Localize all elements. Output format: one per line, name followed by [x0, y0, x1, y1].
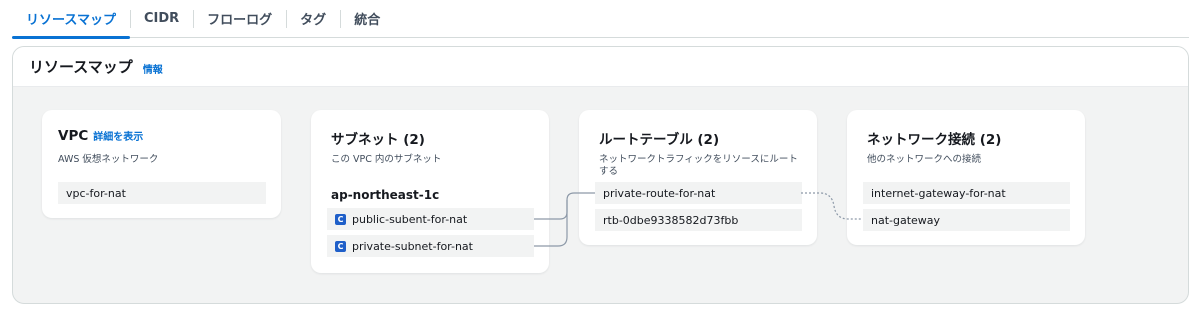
route-tables-description-line: ネットワークトラフィックをリソースにルート — [599, 154, 798, 165]
network-connection-item-label: internet-gateway-for-nat — [871, 186, 1006, 200]
route-table-item-label: rtb-0dbe9338582d73fbb — [603, 213, 739, 227]
network-connection-item-label: nat-gateway — [871, 213, 941, 227]
network-connection-item[interactable]: nat-gateway — [863, 209, 1070, 231]
network-connections-card: ネットワーク接続 (2) 他のネットワークへの接続 internet-gatew… — [847, 110, 1085, 245]
network-connections-card-title: ネットワーク接続 (2) — [867, 132, 1002, 148]
route-tables-description-line: する — [599, 166, 619, 177]
route-tables-card-title: ルートテーブル (2) — [599, 132, 720, 148]
subnets-card: サブネット (2) この VPC 内のサブネット ap-northeast-1c… — [311, 110, 549, 273]
route-table-item-label: private-route-for-nat — [603, 186, 716, 200]
vpc-description: AWS 仮想ネットワーク — [58, 154, 159, 165]
network-connection-item[interactable]: internet-gateway-for-nat — [863, 182, 1070, 204]
subnet-item[interactable]: C private-subnet-for-nat — [327, 235, 534, 257]
tab-integrations[interactable]: 統合 — [340, 0, 394, 38]
subnet-item-label: public-subent-for-nat — [352, 212, 468, 226]
route-table-item[interactable]: rtb-0dbe9338582d73fbb — [595, 209, 802, 231]
tab-flow-logs[interactable]: フローログ — [193, 0, 286, 38]
vpc-card-title: VPC 詳細を表示 — [58, 128, 143, 144]
subnet-item-label: private-subnet-for-nat — [352, 239, 473, 253]
vpc-card: VPC 詳細を表示 AWS 仮想ネットワーク vpc-for-nat — [42, 110, 281, 218]
tab-tags[interactable]: タグ — [286, 0, 340, 38]
availability-zone-label: ap-northeast-1c — [331, 188, 440, 202]
route-tables-description: ネットワークトラフィックをリソースにルート する — [599, 154, 798, 178]
vpc-item-label: vpc-for-nat — [66, 186, 126, 200]
view-details-link[interactable]: 詳細を表示 — [93, 132, 143, 143]
route-table-item[interactable]: private-route-for-nat — [595, 182, 802, 204]
subnet-item[interactable]: C public-subent-for-nat — [327, 208, 534, 230]
subnets-card-title: サブネット (2) — [331, 132, 425, 148]
network-connections-description: 他のネットワークへの接続 — [867, 154, 982, 165]
subnets-description: この VPC 内のサブネット — [331, 154, 442, 165]
info-link[interactable]: 情報 — [143, 61, 163, 76]
tab-resource-map[interactable]: リソースマップ — [12, 0, 130, 39]
subnet-icon: C — [335, 240, 346, 252]
tab-cidr[interactable]: CIDR — [129, 0, 193, 38]
resource-map-header: リソースマップ 情報 — [13, 47, 1188, 87]
vpc-title-text: VPC — [58, 128, 89, 144]
vpc-item[interactable]: vpc-for-nat — [58, 182, 266, 204]
subnet-icon: C — [335, 213, 346, 225]
route-tables-card: ルートテーブル (2) ネットワークトラフィックをリソースにルート する pri… — [579, 110, 817, 245]
tab-bar: リソースマップ CIDR フローログ タグ 統合 — [12, 0, 1189, 39]
resource-map-title: リソースマップ — [29, 58, 133, 76]
